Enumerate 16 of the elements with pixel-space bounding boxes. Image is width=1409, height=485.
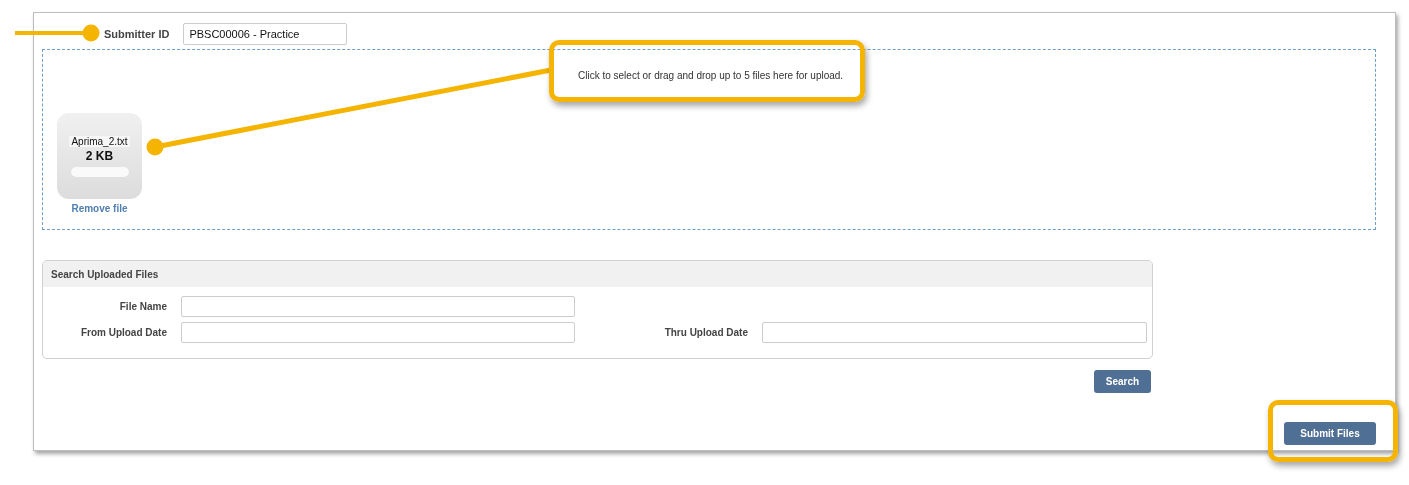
search-panel-title: Search Uploaded Files [43, 261, 1152, 287]
field-label: From Upload Date [80, 327, 167, 338]
thru-date-field[interactable] [762, 322, 1147, 343]
submitter-id-label: Submitter ID [104, 28, 170, 40]
file-size: 2 KB [85, 148, 114, 163]
field-label: Thru Upload Date [664, 327, 748, 338]
drop-zone-hint: Click to select or drag and drop up to 5 files here for upload. [578, 70, 844, 81]
field-label: File Name [119, 301, 167, 312]
file-name: Aprima_2.txt [69, 135, 130, 147]
file-drop-zone[interactable]: Click to select or drag and drop up to 5 files here for upload. Aprima_2.txt 2 KB Remove file [42, 49, 1376, 230]
submit-files-button[interactable]: Submit Files [1284, 422, 1376, 445]
remove-file-link[interactable]: Remove file [71, 203, 128, 214]
submitter-id-field[interactable]: PBSC00006 - Practice [183, 23, 348, 45]
search-button[interactable]: Search [1094, 370, 1151, 393]
from-date-field[interactable] [181, 322, 575, 343]
file-name-field[interactable] [181, 296, 575, 317]
